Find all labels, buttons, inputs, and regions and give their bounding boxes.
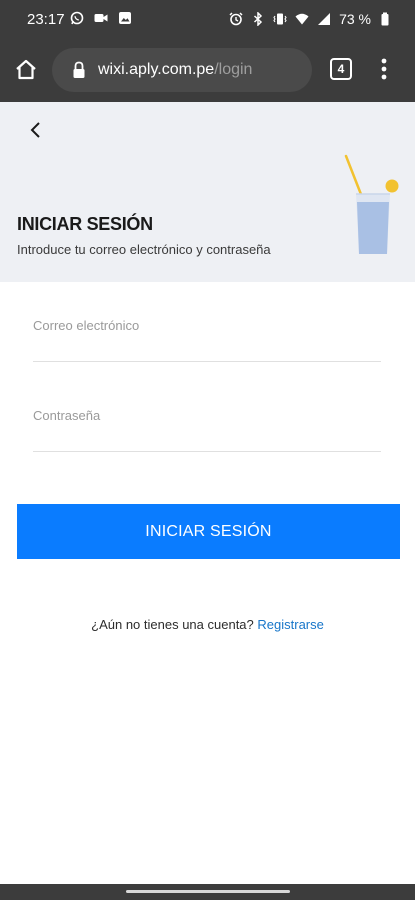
system-nav-bar xyxy=(0,884,415,900)
drink-glass-illustration xyxy=(340,154,406,258)
signup-prompt-line: ¿Aún no tienes una cuenta? Registrarse xyxy=(0,617,415,632)
register-link[interactable]: Registrarse xyxy=(257,617,323,632)
login-submit-button[interactable]: INICIAR SESIÓN xyxy=(17,504,400,559)
signal-icon xyxy=(317,12,331,26)
home-icon xyxy=(16,59,36,80)
url-bar[interactable]: wixi.aply.com.pe/login xyxy=(52,48,312,92)
whatsapp-icon xyxy=(70,11,84,25)
browser-menu-button[interactable] xyxy=(378,55,390,83)
video-icon xyxy=(94,11,108,25)
signup-prompt: ¿Aún no tienes una cuenta? xyxy=(91,617,254,632)
bluetooth-icon xyxy=(251,12,265,26)
chevron-left-icon xyxy=(30,122,40,138)
battery-percent: 73 % xyxy=(339,11,371,27)
battery-icon xyxy=(379,12,393,26)
url-host: wixi.aply.com.pe xyxy=(98,61,215,78)
password-input[interactable] xyxy=(33,402,381,423)
lock-icon xyxy=(72,61,86,79)
vibrate-icon xyxy=(273,12,287,26)
more-vertical-icon xyxy=(381,58,387,80)
alarm-icon xyxy=(229,12,243,26)
page-subtitle: Introduce tu correo electrónico y contra… xyxy=(17,242,271,257)
status-bar: 23:17 73 % xyxy=(0,0,415,40)
page-title: INICIAR SESIÓN xyxy=(17,214,153,234)
home-button[interactable] xyxy=(14,58,38,82)
email-input[interactable] xyxy=(33,312,381,333)
tab-switcher-button[interactable]: 4 xyxy=(330,58,352,80)
back-button[interactable] xyxy=(24,118,48,142)
email-field[interactable] xyxy=(33,312,381,362)
login-header: INICIAR SESIÓN Introduce tu correo elect… xyxy=(0,102,415,282)
url-path: /login xyxy=(214,61,253,78)
browser-toolbar: wixi.aply.com.pe/login 4 xyxy=(0,40,415,102)
gallery-icon xyxy=(118,11,132,25)
wifi-icon xyxy=(295,12,309,26)
status-time: 23:17 xyxy=(27,11,65,28)
password-field[interactable] xyxy=(33,402,381,452)
gesture-home-indicator[interactable] xyxy=(126,890,290,893)
